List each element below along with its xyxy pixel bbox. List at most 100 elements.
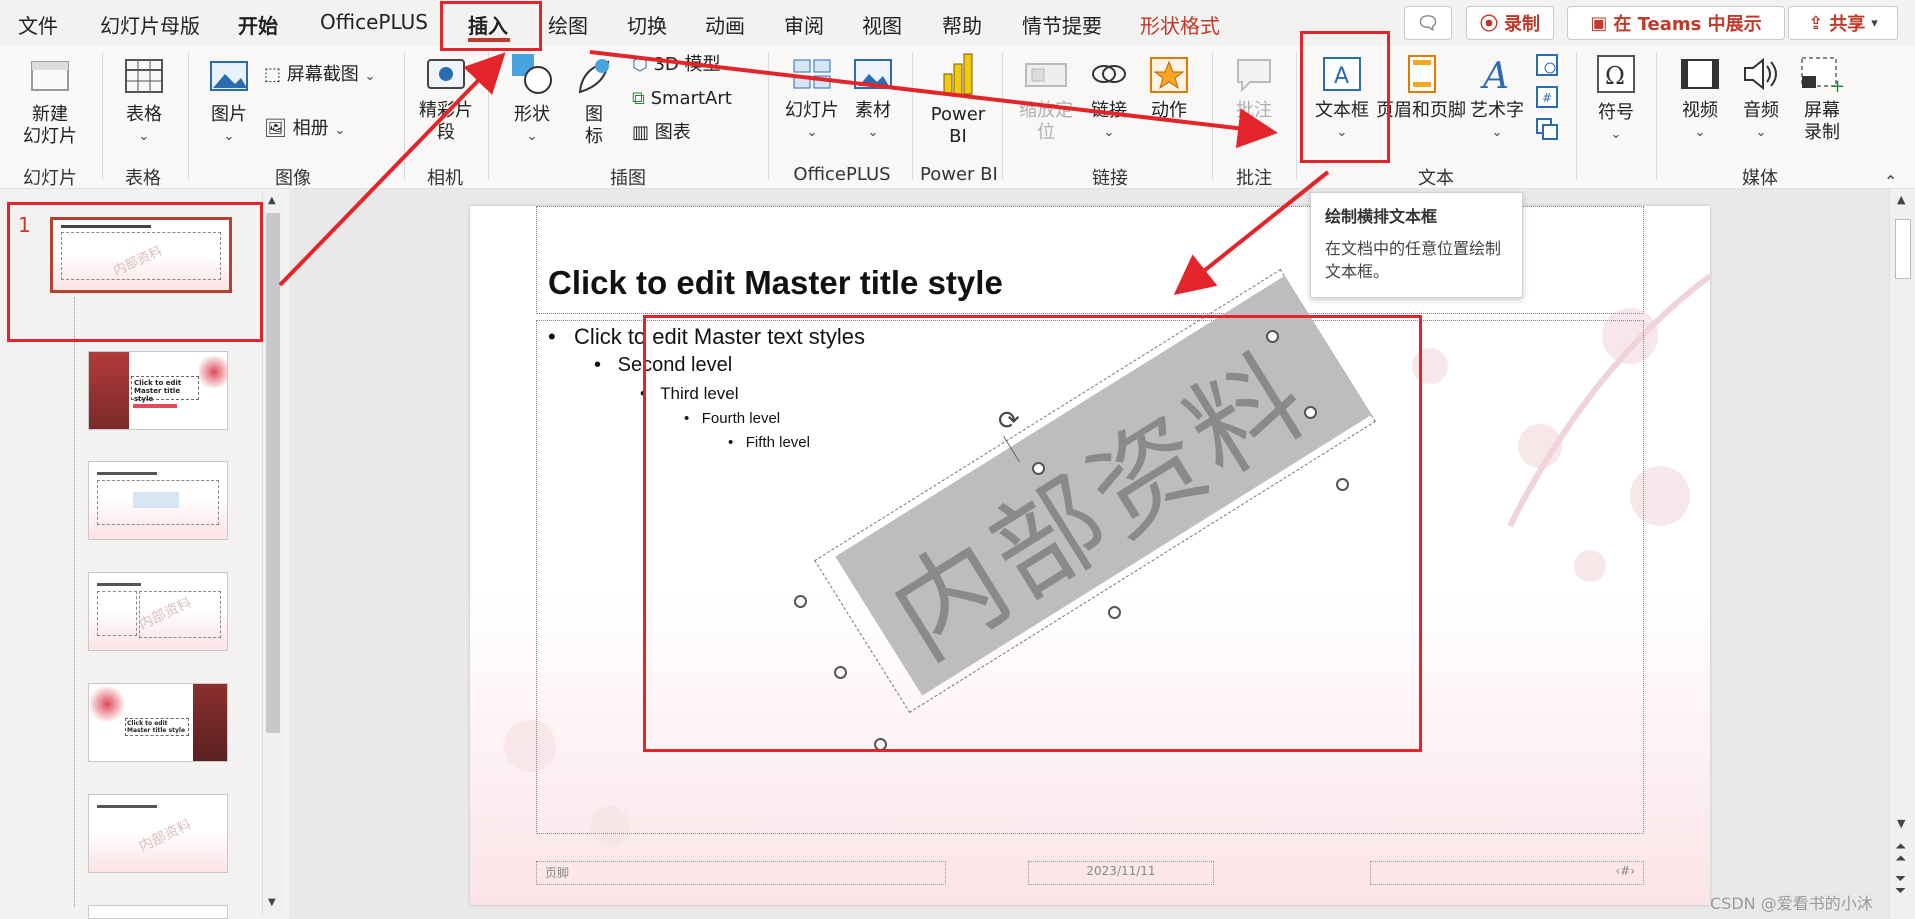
- group-label-comments: 批注: [1236, 168, 1272, 189]
- group-label-links: 链接: [1092, 168, 1128, 189]
- tab-transitions[interactable]: 切换: [627, 10, 667, 39]
- comments-button[interactable]: 🗨: [1404, 6, 1452, 40]
- tab-file[interactable]: 文件: [18, 10, 58, 39]
- new-slide-icon: [31, 61, 69, 91]
- divider: [768, 52, 769, 180]
- object-icon[interactable]: [1534, 116, 1560, 146]
- thumbnail-layout-6[interactable]: 内部资料: [88, 794, 228, 873]
- shapes-icon: [512, 54, 552, 94]
- audio-button[interactable]: 音频 ⌄: [1734, 54, 1788, 144]
- camera-icon: [427, 59, 465, 89]
- icons-button[interactable]: 图 标: [570, 54, 618, 148]
- date-placeholder[interactable]: 2023/11/11: [1028, 861, 1214, 885]
- annotation-box-insert-tab: [440, 1, 542, 51]
- tab-help[interactable]: 帮助: [942, 10, 982, 39]
- comment-icon: [1237, 59, 1271, 93]
- tab-draw[interactable]: 绘图: [548, 10, 588, 39]
- new-slide-button[interactable]: 新建 幻灯片: [12, 54, 88, 148]
- screenshot-icon: ⬚: [264, 64, 282, 85]
- slide-scrollbar[interactable]: ▲ ▼ ⏶ ⏶ ⏷ ⏷: [1889, 189, 1915, 919]
- materials-icon: [854, 59, 892, 89]
- zoom-button[interactable]: 缩放定 位: [1014, 54, 1078, 144]
- shapes-button[interactable]: 形状 ⌄: [506, 50, 558, 148]
- date-time-icon[interactable]: [1534, 52, 1560, 82]
- tab-shape-format[interactable]: 形状格式: [1140, 10, 1220, 39]
- group-label-officeplus: OfficePLUS: [793, 164, 891, 185]
- divider: [1576, 52, 1577, 180]
- record-button[interactable]: ⦿ 录制: [1466, 6, 1554, 40]
- tab-storyboard[interactable]: 情节提要: [1022, 10, 1102, 39]
- comment-button[interactable]: 批注: [1228, 54, 1280, 122]
- previous-slide-icon[interactable]: ⏶ ⏶: [1895, 840, 1906, 866]
- annotation-box-textbox: [1300, 31, 1390, 163]
- chart-button[interactable]: ▥ 图表: [632, 122, 691, 144]
- thumbnail-layout-3[interactable]: [88, 461, 228, 540]
- scroll-down-icon[interactable]: ▼: [1897, 817, 1905, 830]
- album-button[interactable]: 🖼 相册 ⌄: [264, 118, 345, 142]
- group-label-camera: 相机: [427, 168, 463, 189]
- divider: [488, 52, 489, 180]
- table-button[interactable]: 表格 ⌄: [116, 54, 172, 148]
- scrollbar-thumb[interactable]: [1895, 219, 1911, 279]
- thumbnail-tree-line: [74, 297, 75, 907]
- divider: [1212, 52, 1213, 180]
- group-label-images: 图像: [275, 168, 311, 189]
- group-label-illustrations: 插图: [610, 168, 646, 189]
- tooltip-body: 在文档中的任意位置绘制文本框。: [1325, 239, 1502, 281]
- thumbnail-scrollbar[interactable]: ▲ ▼: [262, 193, 283, 915]
- master-title-text[interactable]: Click to edit Master title style: [548, 264, 1003, 302]
- scrollbar-thumb[interactable]: [266, 213, 280, 733]
- divider: [1296, 52, 1297, 180]
- next-slide-icon[interactable]: ⏷ ⏷: [1895, 872, 1906, 898]
- tab-slide-master[interactable]: 幻灯片母版: [100, 10, 200, 39]
- csdn-credit: CSDN @爱看书的小沐: [1710, 894, 1873, 913]
- symbol-button[interactable]: Ω 符号 ⌄: [1588, 52, 1644, 146]
- tab-view[interactable]: 视图: [862, 10, 902, 39]
- omega-icon: Ω: [1597, 55, 1635, 93]
- picture-button[interactable]: 图片 ⌄: [204, 54, 254, 148]
- tab-home[interactable]: 开始: [238, 10, 278, 39]
- scroll-up-icon[interactable]: ▲: [1897, 193, 1905, 206]
- thumbnail-layout-4[interactable]: 内部资料: [88, 572, 228, 651]
- tab-animations[interactable]: 动画: [705, 10, 745, 39]
- officeplus-slides-button[interactable]: 幻灯片 ⌄: [782, 54, 842, 144]
- group-label-tables: 表格: [125, 168, 161, 189]
- slide-number-icon[interactable]: #: [1534, 84, 1560, 114]
- ribbon-tab-bar: 文件 幻灯片母版 开始 OfficePLUS 插入 绘图 切换 动画 审阅 视图…: [0, 0, 1915, 46]
- smartart-icon: ⧉: [632, 88, 645, 109]
- present-in-teams-button[interactable]: ▣ 在 Teams 中展示: [1567, 6, 1785, 40]
- screen-record-button[interactable]: + 屏幕 录制: [1796, 54, 1848, 144]
- camera-clip-button[interactable]: 精彩片 段: [414, 54, 478, 144]
- screenshot-button[interactable]: ⬚ 屏幕截图 ⌄: [264, 64, 375, 88]
- action-button[interactable]: 动作: [1144, 54, 1194, 122]
- slide-number-placeholder[interactable]: ‹#›: [1370, 861, 1644, 885]
- footer-placeholder[interactable]: 页脚: [536, 861, 946, 885]
- link-button[interactable]: 链接 ⌄: [1084, 54, 1134, 144]
- 3d-model-button[interactable]: ⬡ 3D 模型 ⌄: [632, 54, 737, 78]
- share-button[interactable]: ⇪ 共享 ▾: [1788, 6, 1898, 40]
- thumbnail-layout-5[interactable]: Click to edit Master title style: [88, 683, 228, 762]
- thumbnail-layout-2[interactable]: Click to edit Master title style: [88, 351, 228, 430]
- cube-icon: ⬡: [632, 54, 648, 75]
- materials-button[interactable]: 素材 ⌄: [848, 54, 898, 144]
- scroll-down-icon[interactable]: ▼: [268, 897, 276, 908]
- smartart-button[interactable]: ⧉ SmartArt: [632, 88, 732, 110]
- divider: [404, 52, 405, 180]
- video-button[interactable]: 视频 ⌄: [1672, 54, 1728, 144]
- wordart-button[interactable]: A 艺术字 ⌄: [1468, 54, 1526, 144]
- thumbnail-layout-7[interactable]: [88, 905, 228, 919]
- divider: [1002, 52, 1003, 180]
- link-icon: [1092, 65, 1126, 83]
- textbox-tooltip: 绘制横排文本框 在文档中的任意位置绘制文本框。: [1310, 192, 1523, 298]
- divider: [912, 52, 913, 180]
- svg-text:A: A: [1480, 56, 1509, 94]
- powerbi-icon: [943, 53, 973, 95]
- powerbi-button[interactable]: Power BI: [928, 50, 988, 148]
- scroll-up-icon[interactable]: ▲: [268, 195, 276, 206]
- zoom-icon: [1025, 63, 1067, 87]
- group-label-media: 媒体: [1742, 168, 1778, 189]
- icons-icon: [578, 59, 610, 94]
- tab-review[interactable]: 审阅: [784, 10, 824, 39]
- tab-officeplus[interactable]: OfficePLUS: [320, 10, 428, 34]
- record-icon: ⦿: [1480, 14, 1498, 35]
